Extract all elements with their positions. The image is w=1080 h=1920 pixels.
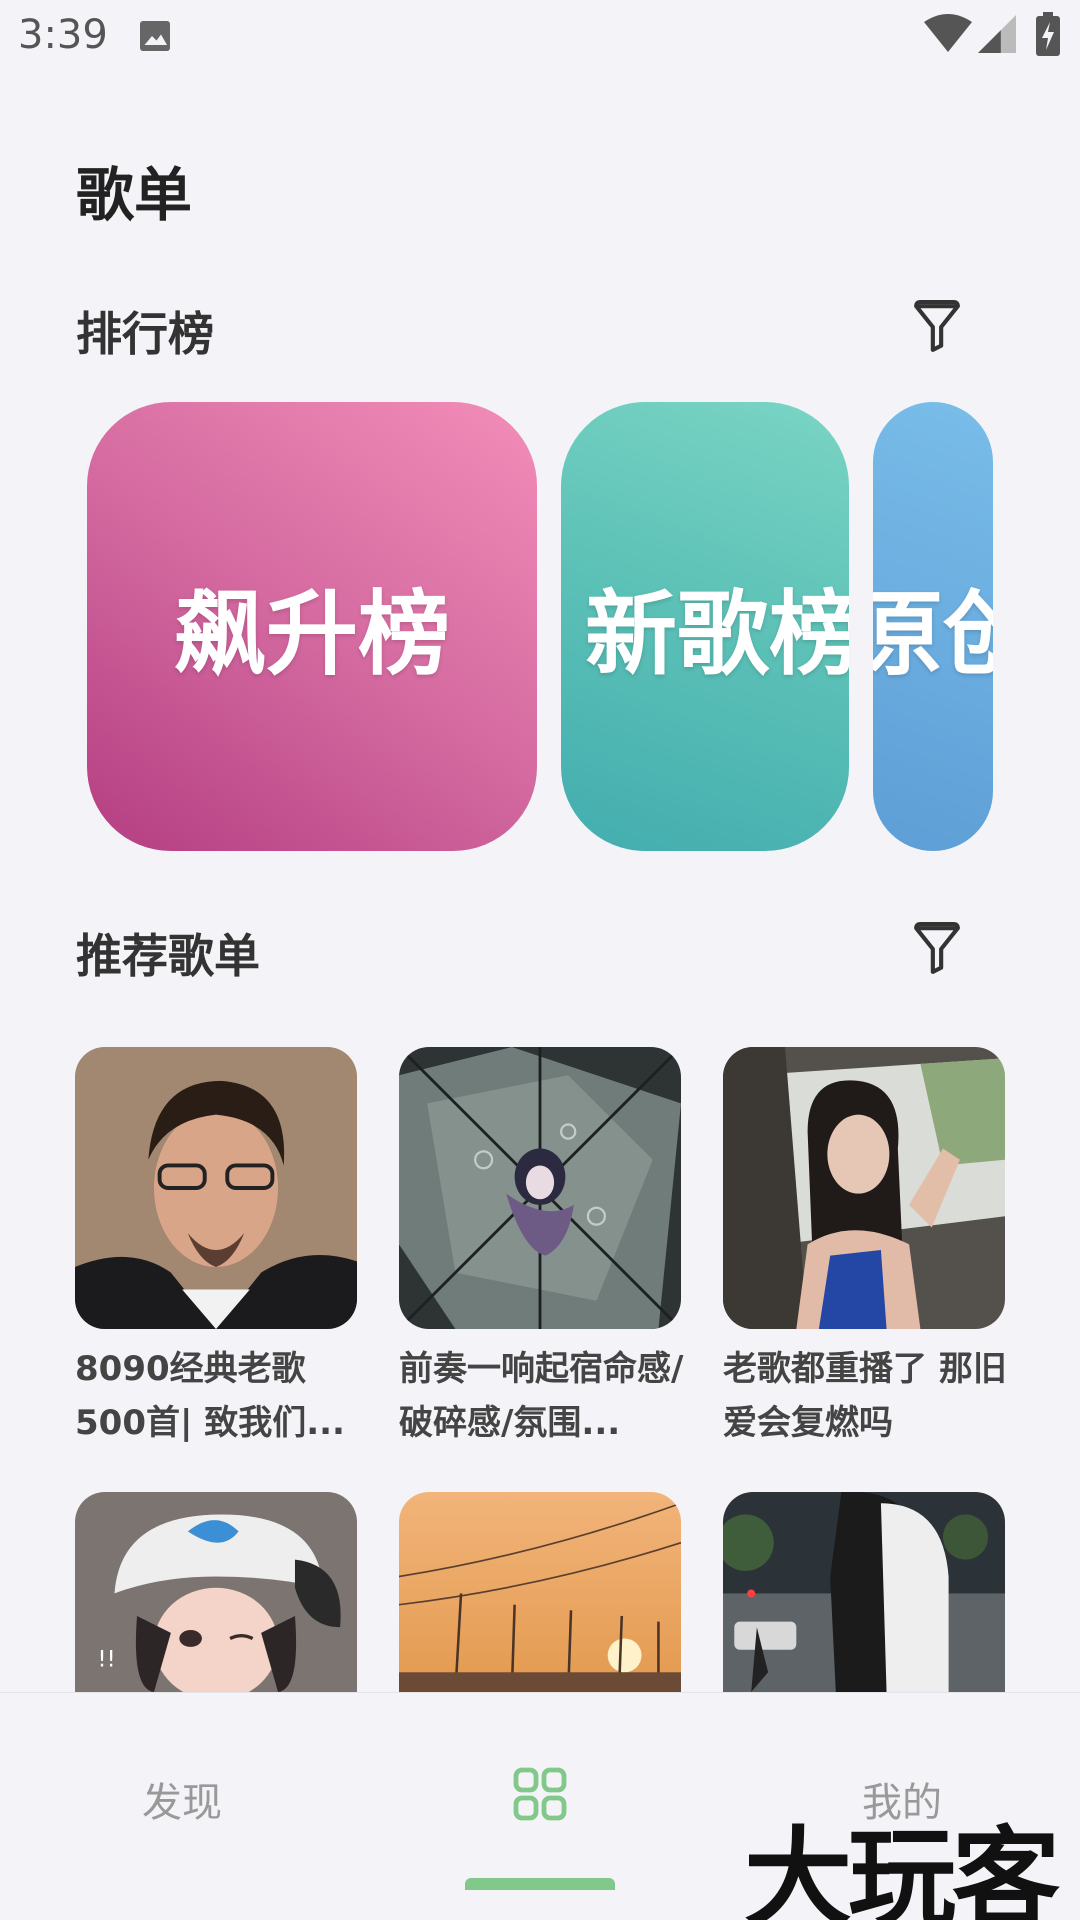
filter-icon[interactable] bbox=[912, 300, 962, 354]
ranking-card-label: 原创榜 bbox=[873, 581, 993, 688]
status-bar: 3:39 bbox=[0, 0, 1080, 72]
playlist-caption[interactable]: 前奏一响起宿命感/破碎感/氛围... bbox=[399, 1342, 689, 1450]
playlist-cover[interactable] bbox=[75, 1047, 357, 1329]
image-icon bbox=[140, 21, 170, 51]
playlist-caption[interactable]: 老歌都重播了 那旧爱会复燃吗 bbox=[723, 1342, 1013, 1450]
playlist-cover[interactable] bbox=[723, 1492, 1005, 1692]
ranking-card-new[interactable]: 新歌榜 bbox=[561, 402, 849, 851]
playlist-cover[interactable]: !! bbox=[75, 1492, 357, 1692]
svg-text:!!: !! bbox=[98, 1647, 116, 1673]
grid-icon[interactable] bbox=[512, 1766, 568, 1822]
playlist-caption[interactable]: 8090经典老歌500首| 致我们... bbox=[75, 1342, 365, 1450]
ranking-card-original[interactable]: 原创榜 bbox=[873, 402, 993, 851]
wifi-icon bbox=[924, 14, 972, 52]
ranking-section-title: 排行榜 bbox=[76, 307, 214, 361]
watermark: 大玩客 bbox=[744, 1816, 1060, 1920]
playlist-cover[interactable] bbox=[723, 1047, 1005, 1329]
signal-icon bbox=[978, 15, 1016, 53]
battery-charging-icon bbox=[1036, 12, 1060, 56]
recommended-section-title: 推荐歌单 bbox=[76, 929, 260, 983]
page-title: 歌单 bbox=[76, 161, 193, 229]
nav-active-indicator bbox=[465, 1878, 615, 1890]
filter-icon[interactable] bbox=[912, 922, 962, 976]
nav-item-discover[interactable]: 发现 bbox=[142, 1770, 222, 1828]
playlist-cover[interactable] bbox=[399, 1492, 681, 1692]
status-time: 3:39 bbox=[18, 12, 108, 58]
ranking-card-label: 新歌榜 bbox=[585, 581, 849, 688]
ranking-card-label: 飙升榜 bbox=[173, 581, 450, 688]
playlist-cover[interactable] bbox=[399, 1047, 681, 1329]
ranking-card-soar[interactable]: 飙升榜 bbox=[87, 402, 537, 851]
